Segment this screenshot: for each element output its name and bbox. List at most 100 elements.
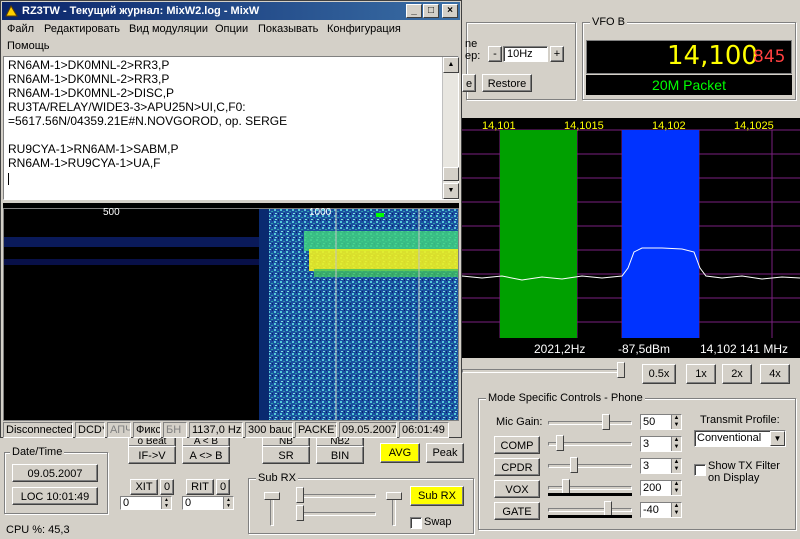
bin-button[interactable]: BIN [316,446,364,464]
status-dcd[interactable]: DCD* [75,422,105,438]
sr-button[interactable]: SR [262,446,310,464]
vox-level-bar [548,493,632,496]
close-icon[interactable]: × [442,4,458,18]
gate-button[interactable]: GATE [494,502,540,520]
mixw-titlebar[interactable]: RZ3TW - Текущий журнал: MixW2.log - MixW… [2,2,460,20]
zoom-4x-button[interactable]: 4x [760,364,790,384]
swap-label: Swap [424,516,452,528]
zoom-slider-track[interactable] [462,369,624,373]
vfo-b-frequency-display[interactable]: 14,100 845 [586,40,792,74]
status-bn[interactable]: БН [163,422,187,438]
cpdr-button[interactable]: CPDR [494,458,540,476]
rit-reset-button[interactable]: 0 [216,479,230,495]
chevron-down-icon[interactable]: ▼ [770,431,785,446]
peak-button[interactable]: Peak [426,443,464,463]
tx-profile-select[interactable]: Conventional ▼ [694,430,786,447]
partial-button[interactable]: e [462,74,476,92]
log-line: RN6AM-1>DK0MNL-2>DISC,P [8,86,175,100]
menu-config[interactable]: Конфигурация [327,23,401,35]
show-tx-filter-checkbox[interactable] [694,464,706,476]
log-scrollbar[interactable]: ▲ ▼ [442,57,459,199]
scroll-down-icon[interactable]: ▼ [443,183,459,199]
menu-file[interactable]: Файл [7,23,34,35]
sub-rx-pan-slider[interactable] [296,494,376,498]
panadapter-display[interactable]: 14,101 14,1015 14,102 14,1025 2021,2Hz -… [462,118,800,358]
minimize-icon[interactable]: _ [406,4,422,18]
readout-mhz: 14,102 141 MHz [700,342,789,356]
zoom-2x-button[interactable]: 2x [722,364,752,384]
tx-profile-value: Conventional [697,432,762,444]
comp-button[interactable]: COMP [494,436,540,454]
screen: ne ep: - 10Hz + e Restore VFO B 14,100 8… [0,0,800,539]
text-cursor [8,173,9,185]
log-line: RN6AM-1>DK0MNL-2>RR3,P [8,58,170,72]
cpdr-slider[interactable] [548,464,632,468]
waterfall-svg [4,209,458,420]
zoom-0.5x-button[interactable]: 0.5x [642,364,676,384]
xit-spin[interactable]: 0 ▲ ▼ [120,496,172,510]
status-freq: 1137,0 Hz [189,422,243,438]
vox-spin[interactable]: 200 ▲ ▼ [640,480,682,496]
restore-button[interactable]: Restore [482,74,532,92]
step-select[interactable]: 10Hz [503,46,548,62]
sub-rx-button[interactable]: Sub RX [410,486,464,506]
menu-help[interactable]: Помощь [7,40,50,52]
rit-spin[interactable]: 0 ▲ ▼ [182,496,234,510]
mic-gain-thumb[interactable] [602,414,610,430]
sub-rx-volume-thumb[interactable] [264,492,280,500]
sub-rx-title: Sub RX [256,472,298,484]
zoom-1x-button[interactable]: 1x [686,364,716,384]
xit-button[interactable]: XIT [130,479,158,495]
spin-arrows-icon[interactable]: ▲ ▼ [671,437,681,451]
mic-gain-spin[interactable]: 50 ▲ ▼ [640,414,682,430]
menu-edit[interactable]: Редактировать [44,23,120,35]
vox-button[interactable]: VOX [494,480,540,498]
step-up-button[interactable]: + [550,46,564,62]
sub-rx-pan-thumb[interactable] [296,487,304,503]
gate-slider[interactable] [548,508,632,512]
scroll-thumb[interactable] [443,167,459,181]
xit-reset-button[interactable]: 0 [160,479,174,495]
waterfall-display[interactable] [3,208,459,421]
log-textarea[interactable]: RN6AM-1>DK0MNL-2>RR3,P RN6AM-1>DK0MNL-2>… [3,56,459,200]
spin-arrows-icon[interactable]: ▲ ▼ [671,481,681,495]
swap-checkbox[interactable] [410,517,422,529]
spin-arrows-icon[interactable]: ▲ ▼ [671,503,681,517]
menu-options[interactable]: Опции [215,23,248,35]
scale-500: 500 [103,207,120,218]
zoom-slider-thumb[interactable] [617,362,625,378]
maximize-icon[interactable]: □ [423,4,439,18]
sub-rx-gain-slider[interactable] [296,512,376,516]
status-baud: 300 baud [245,422,293,438]
avg-button[interactable]: AVG [380,443,420,463]
panadapter-svg [462,129,800,338]
rit-button[interactable]: RIT [186,479,214,495]
scroll-up-icon[interactable]: ▲ [443,57,459,73]
sub-rx-af-thumb[interactable] [386,492,402,500]
readout-hz: 2021,2Hz [534,342,586,356]
mic-gain-value: 50 [643,416,656,428]
if-to-v-button[interactable]: IF->V [128,446,176,464]
comp-spin[interactable]: 3 ▲ ▼ [640,436,682,452]
spin-arrows-icon[interactable]: ▲ ▼ [671,459,681,473]
sub-rx-gain-thumb[interactable] [296,505,304,521]
cpdr-spin[interactable]: 3 ▲ ▼ [640,458,682,474]
spin-arrows-icon[interactable]: ▲ ▼ [671,415,681,429]
status-fix[interactable]: Фикс [133,422,161,438]
gate-spin[interactable]: -40 ▲ ▼ [640,502,682,518]
spectrum-tick-2: 14,1015 [564,120,604,132]
status-apch[interactable]: АПЧ [107,422,131,438]
a-swap-b-button[interactable]: A <> B [182,446,230,464]
mic-gain-slider[interactable] [548,421,632,425]
step-label: ep: [465,50,481,62]
spin-arrows-icon[interactable]: ▲ ▼ [161,497,171,509]
vox-slider[interactable] [548,486,632,490]
tx-profile-label: Transmit Profile: [700,414,780,426]
step-down-button[interactable]: - [488,46,502,62]
cpdr-thumb[interactable] [570,457,578,473]
spin-arrows-icon[interactable]: ▲ ▼ [223,497,233,509]
rit-value: 0 [185,497,192,509]
comp-thumb[interactable] [556,435,564,451]
menu-view[interactable]: Показывать [258,23,318,35]
menu-mode[interactable]: Вид модуляции [129,23,208,35]
